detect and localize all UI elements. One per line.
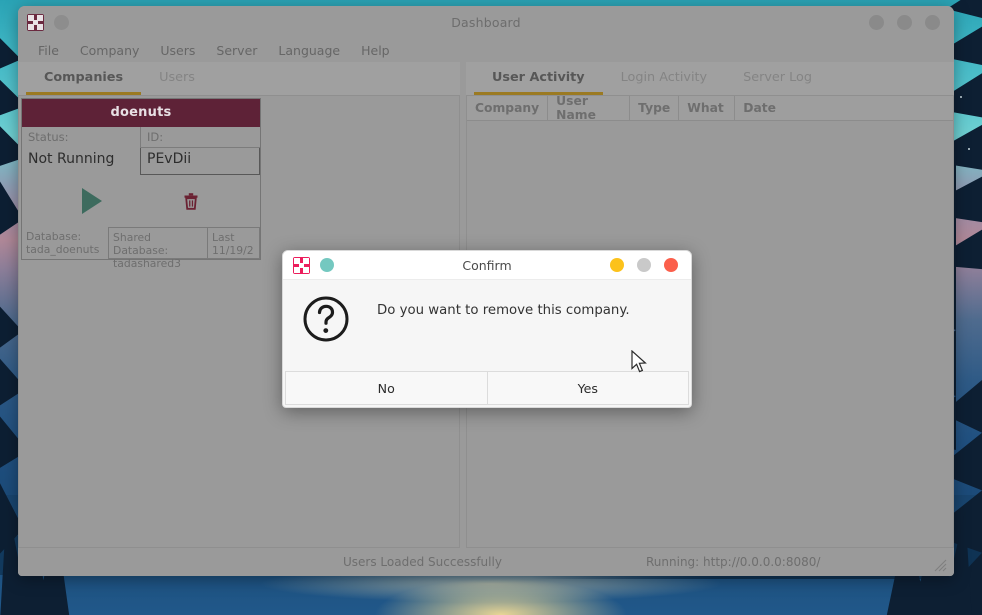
company-card-actions <box>22 175 260 227</box>
last-cell: Last 11/19/2 <box>208 227 260 259</box>
window-dot-teal[interactable] <box>54 15 69 30</box>
shared-database-cell: Shared Database: tadashared3 <box>108 227 208 270</box>
menu-users[interactable]: Users <box>160 43 195 58</box>
minimize-button[interactable] <box>869 15 884 30</box>
tab-server-log[interactable]: Server Log <box>725 62 830 95</box>
tab-companies-label: Companies <box>44 69 124 85</box>
resize-grip-icon[interactable] <box>932 557 947 572</box>
database-label: Database: <box>26 230 82 243</box>
database-value: tada_doenuts <box>26 243 100 256</box>
trash-icon[interactable] <box>182 191 200 211</box>
server-status: Running: http://0.0.0.0:8080/ <box>646 555 821 569</box>
id-label: ID: <box>140 127 260 148</box>
dialog-dot-teal[interactable] <box>320 258 334 272</box>
app-logo-icon <box>27 14 44 31</box>
menubar: File Company Users Server Language Help <box>18 39 954 62</box>
close-button[interactable] <box>925 15 940 30</box>
question-mark-icon <box>301 294 351 348</box>
tab-users[interactable]: Users <box>141 62 213 95</box>
menu-language[interactable]: Language <box>278 43 340 58</box>
id-value: PEvDii <box>140 148 260 175</box>
company-card-value-row: Not Running PEvDii <box>22 148 260 175</box>
column-header-date[interactable]: Date <box>735 96 953 121</box>
dialog-minimize-button[interactable] <box>610 258 624 272</box>
yes-button[interactable]: Yes <box>487 371 689 405</box>
statusbar: Users Loaded Successfully Running: http:… <box>18 548 954 576</box>
last-label: Last <box>212 231 235 244</box>
dialog-close-button[interactable] <box>664 258 678 272</box>
menu-company[interactable]: Company <box>80 43 139 58</box>
page-title: Dashboard <box>451 15 521 30</box>
menu-help[interactable]: Help <box>361 43 390 58</box>
right-tabstrip: User Activity Login Activity Server Log <box>466 62 954 96</box>
maximize-button[interactable] <box>897 15 912 30</box>
tab-login-activity[interactable]: Login Activity <box>603 62 725 95</box>
left-tabstrip: Companies Users <box>18 62 460 96</box>
company-card[interactable]: doenuts Status: ID: Not Running PEvDii D… <box>21 98 261 270</box>
company-card-label-row: Status: ID: <box>22 127 260 148</box>
column-header-company[interactable]: Company <box>467 96 549 121</box>
menu-file[interactable]: File <box>38 43 59 58</box>
dialog-message: Do you want to remove this company. <box>377 303 630 318</box>
tab-user-activity[interactable]: User Activity <box>474 62 603 95</box>
activity-table: Company User Name Type What Date <box>467 96 953 122</box>
shared-database-value: tadashared3 <box>113 257 181 270</box>
status-value: Not Running <box>28 151 115 167</box>
column-header-user-name[interactable]: User Name <box>548 96 631 122</box>
app-logo-icon <box>293 256 310 274</box>
tab-companies[interactable]: Companies <box>26 62 142 95</box>
play-icon[interactable] <box>82 188 102 214</box>
company-card-database-row: Database: tada_doenuts Shared Database: … <box>22 227 260 270</box>
status-message: Users Loaded Successfully <box>343 555 502 569</box>
no-button[interactable]: No <box>285 371 488 405</box>
window-titlebar[interactable]: Dashboard <box>18 6 954 39</box>
wallpaper-star <box>968 148 970 150</box>
last-value: 11/19/2 <box>212 244 254 257</box>
activity-table-header: Company User Name Type What Date <box>467 96 953 122</box>
shared-database-label: Shared Database: <box>113 231 169 257</box>
company-name: doenuts <box>22 99 260 127</box>
column-header-type[interactable]: Type <box>630 96 680 121</box>
tab-user-activity-label: User Activity <box>492 69 585 85</box>
dialog-body: Do you want to remove this company. <box>283 280 691 371</box>
wallpaper-star <box>960 96 962 98</box>
desktop: Dashboard File Company Users Server Lang… <box>0 0 982 615</box>
tab-login-activity-label: Login Activity <box>620 69 708 85</box>
tab-server-log-label: Server Log <box>743 69 812 85</box>
status-label: Status: <box>28 130 69 144</box>
dialog-buttons: No Yes <box>283 371 691 407</box>
column-header-what[interactable]: What <box>679 96 736 121</box>
confirm-dialog: Confirm Do you want to remove this compa… <box>282 250 692 408</box>
menu-server[interactable]: Server <box>216 43 257 58</box>
dialog-maximize-button[interactable] <box>637 258 651 272</box>
tab-users-label: Users <box>159 69 195 85</box>
dialog-titlebar[interactable]: Confirm <box>283 251 691 280</box>
database-cell: Database: tada_doenuts <box>22 227 108 259</box>
